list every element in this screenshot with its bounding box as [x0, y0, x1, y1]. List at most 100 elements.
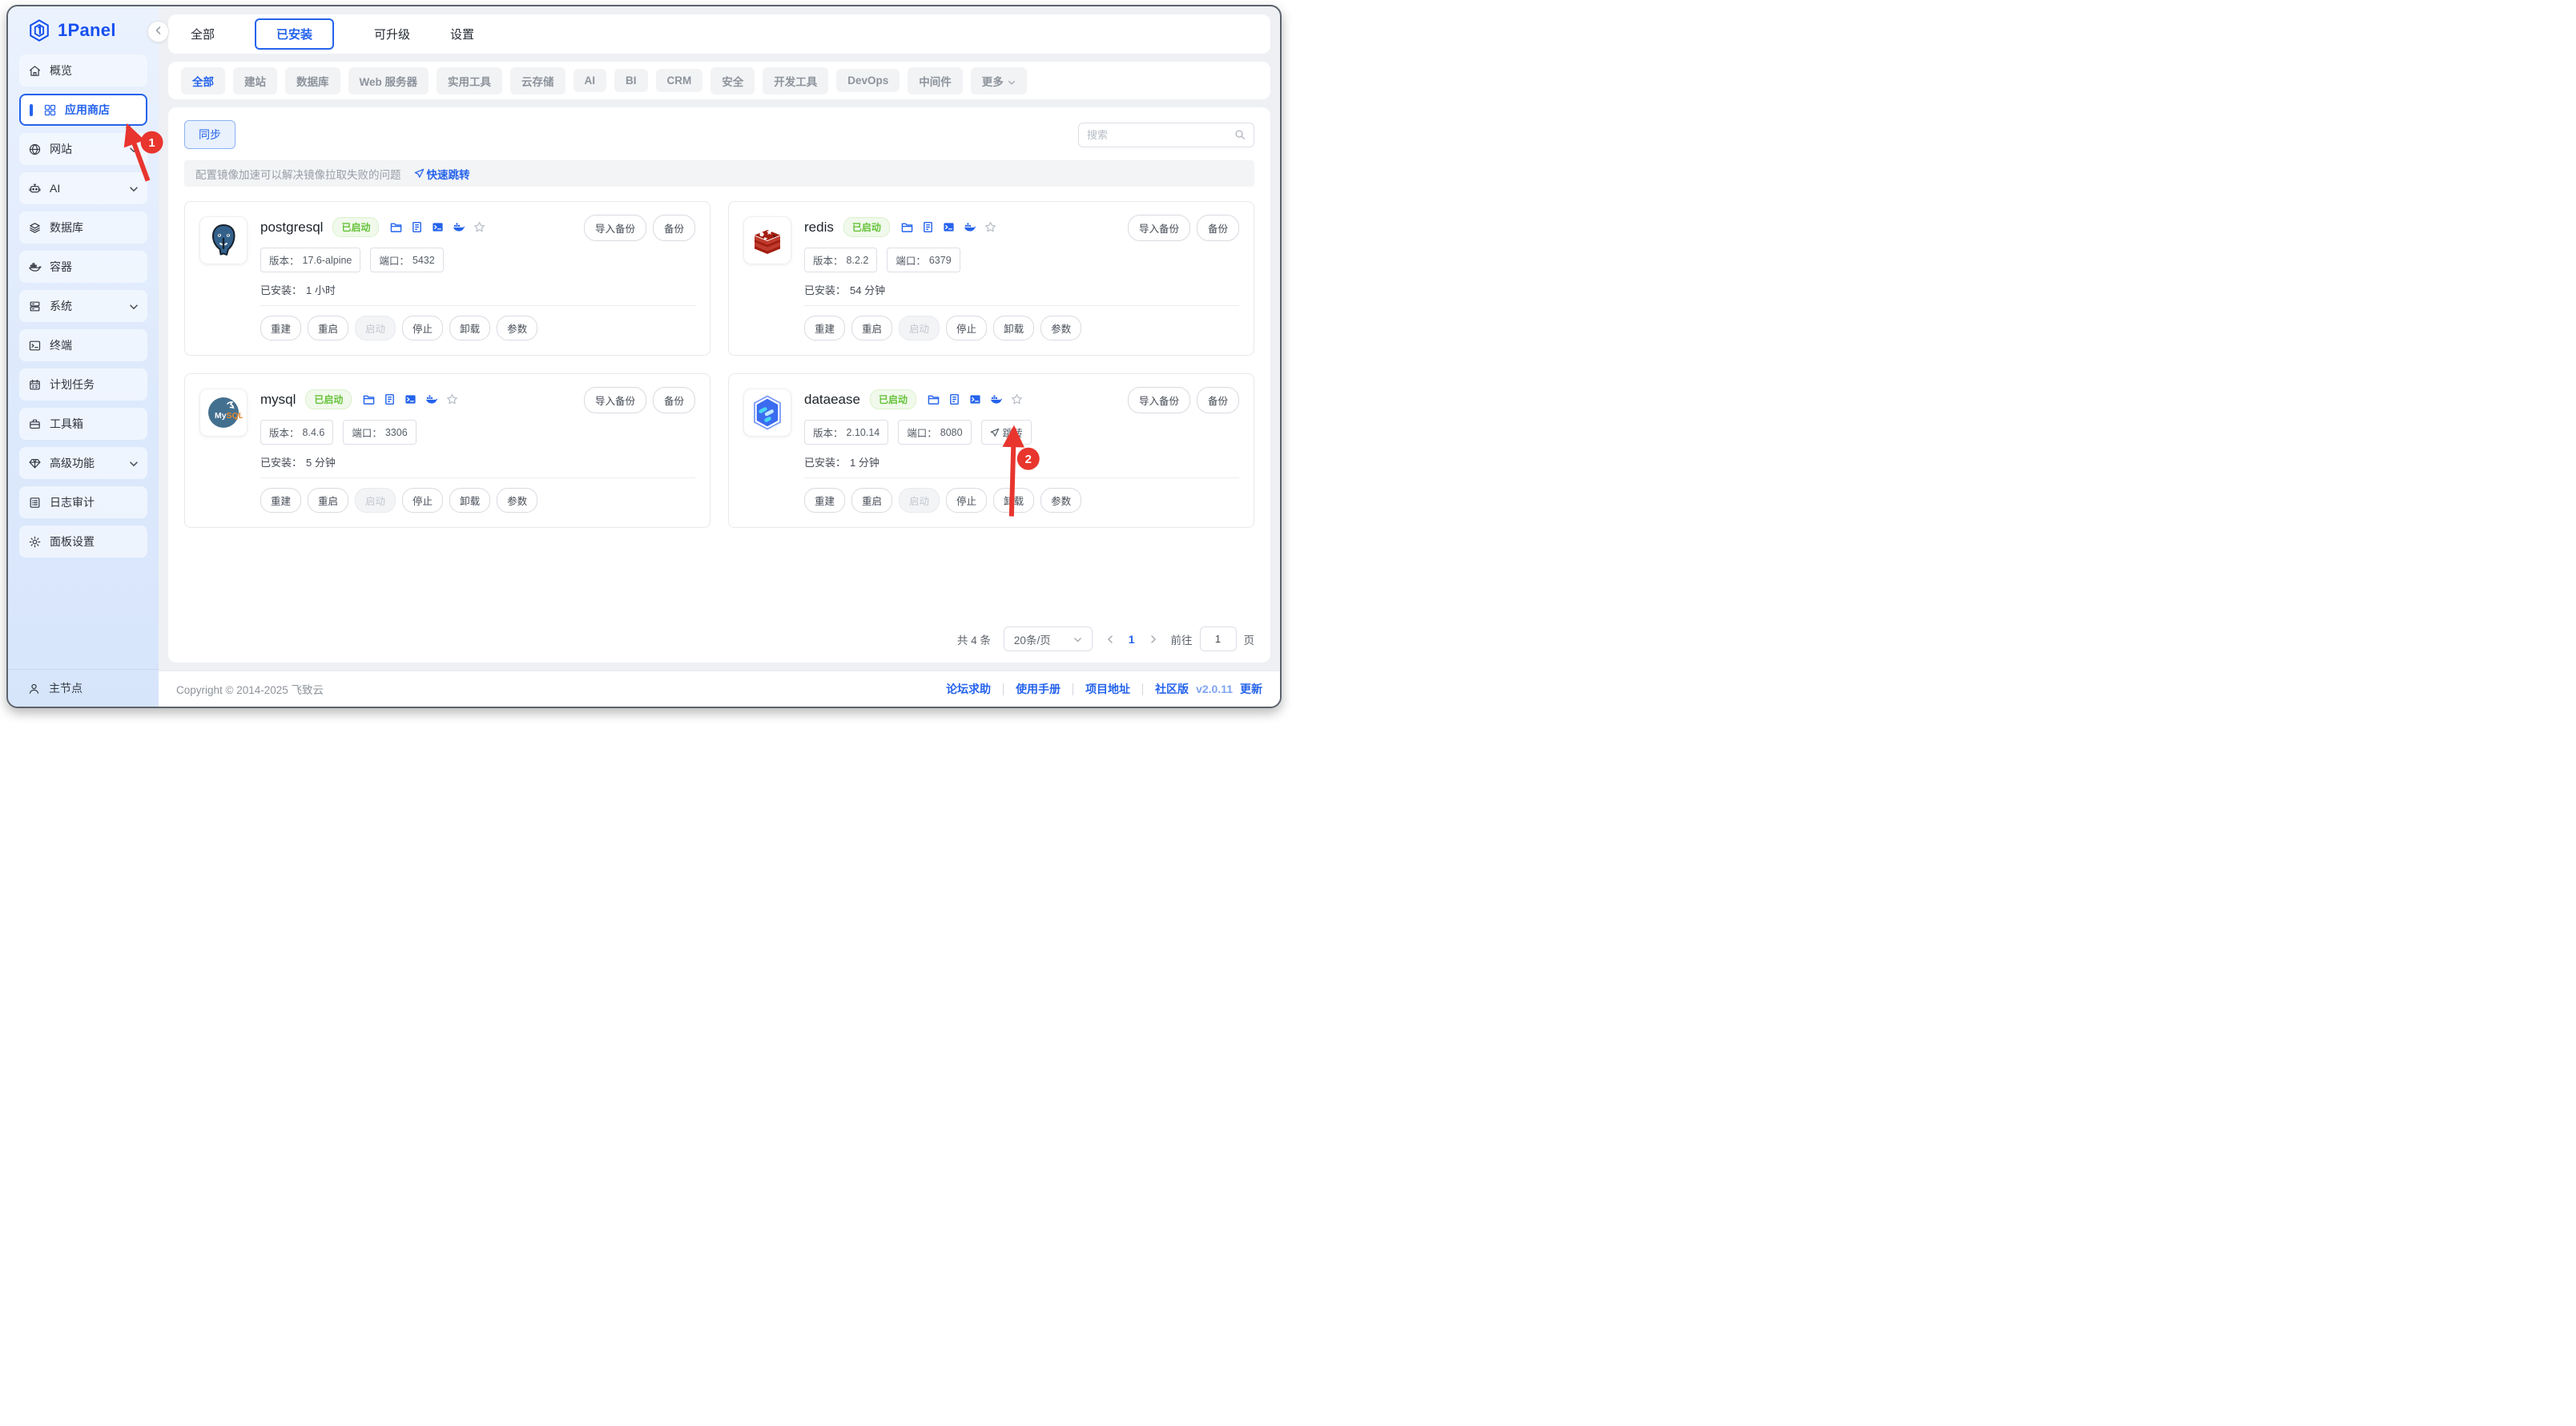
- sidebar-node-item[interactable]: 主节点: [8, 669, 159, 707]
- docker-icon[interactable]: [425, 393, 437, 405]
- log-file-icon[interactable]: [922, 221, 934, 233]
- action-button-4[interactable]: 卸载: [993, 488, 1034, 513]
- category-chip[interactable]: Web 服务器: [348, 67, 429, 95]
- app-jump-button[interactable]: 跳转: [981, 420, 1032, 445]
- category-chip[interactable]: CRM: [656, 69, 703, 92]
- tab-all[interactable]: 全部: [191, 26, 215, 42]
- import-backup-button[interactable]: 导入备份: [1128, 215, 1190, 241]
- docker-icon[interactable]: [453, 221, 465, 233]
- action-button-5[interactable]: 参数: [1040, 316, 1081, 340]
- category-chip[interactable]: DevOps: [836, 69, 900, 92]
- favorite-star-icon[interactable]: [1011, 393, 1023, 405]
- favorite-star-icon[interactable]: [446, 393, 458, 405]
- action-button-0[interactable]: 重建: [804, 316, 845, 340]
- sidebar-item-log-audit[interactable]: 日志审计: [19, 486, 147, 518]
- brand-logo[interactable]: 1Panel: [8, 6, 159, 53]
- category-chip[interactable]: 开发工具: [763, 67, 828, 95]
- action-button-4[interactable]: 卸载: [993, 316, 1034, 340]
- tab-installed[interactable]: 已安装: [255, 18, 334, 50]
- update-link[interactable]: 更新: [1240, 681, 1262, 697]
- action-button-3[interactable]: 停止: [402, 316, 443, 340]
- category-chip[interactable]: 数据库: [285, 67, 340, 95]
- terminal-icon[interactable]: [969, 393, 981, 405]
- sidebar-item-ai[interactable]: AI: [19, 172, 147, 204]
- folder-icon[interactable]: [390, 221, 402, 233]
- quick-jump-link[interactable]: 快速跳转: [414, 166, 470, 182]
- import-backup-button[interactable]: 导入备份: [584, 215, 646, 241]
- favorite-star-icon[interactable]: [473, 221, 485, 233]
- action-button-1[interactable]: 重启: [851, 316, 892, 340]
- backup-button[interactable]: 备份: [1197, 215, 1239, 241]
- category-chip[interactable]: 中间件: [908, 67, 963, 95]
- backup-button[interactable]: 备份: [653, 215, 695, 241]
- category-chip[interactable]: 云存储: [510, 67, 566, 95]
- sidebar-item-overview[interactable]: 概览: [19, 54, 147, 87]
- current-page[interactable]: 1: [1129, 633, 1135, 646]
- action-button-4[interactable]: 卸载: [449, 316, 490, 340]
- action-button-1[interactable]: 重启: [308, 488, 348, 513]
- sidebar-item-cron[interactable]: 计划任务: [19, 369, 147, 401]
- prev-page-icon[interactable]: [1105, 634, 1115, 644]
- footer-link[interactable]: 论坛求助: [946, 681, 991, 697]
- search-icon[interactable]: [1234, 129, 1246, 140]
- backup-button[interactable]: 备份: [1197, 387, 1239, 413]
- category-chip[interactable]: BI: [614, 69, 648, 92]
- action-button-3[interactable]: 停止: [946, 316, 987, 340]
- footer-link[interactable]: 项目地址: [1085, 681, 1130, 697]
- sidebar-item-toolbox[interactable]: 工具箱: [19, 408, 147, 440]
- backup-button[interactable]: 备份: [653, 387, 695, 413]
- sidebar-item-advanced[interactable]: 高级功能: [19, 447, 147, 479]
- log-file-icon[interactable]: [411, 221, 423, 233]
- page-size-select[interactable]: 20条/页: [1004, 626, 1093, 651]
- action-button-1[interactable]: 重启: [308, 316, 348, 340]
- import-backup-button[interactable]: 导入备份: [1128, 387, 1190, 413]
- next-page-icon[interactable]: [1149, 634, 1158, 644]
- action-button-0[interactable]: 重建: [804, 488, 845, 513]
- action-button-5[interactable]: 参数: [497, 316, 537, 340]
- folder-icon[interactable]: [901, 221, 913, 233]
- category-chip[interactable]: 安全: [710, 67, 755, 95]
- sidebar-item-website[interactable]: 网站: [19, 133, 147, 165]
- action-button-3[interactable]: 停止: [946, 488, 987, 513]
- page-navigation: 1: [1105, 633, 1158, 646]
- sync-button[interactable]: 同步: [184, 120, 235, 149]
- terminal-icon[interactable]: [405, 393, 417, 405]
- action-button-5[interactable]: 参数: [497, 488, 537, 513]
- sidebar-item-database[interactable]: 数据库: [19, 211, 147, 244]
- action-button-4[interactable]: 卸载: [449, 488, 490, 513]
- favorite-star-icon[interactable]: [984, 221, 996, 233]
- category-more-chip[interactable]: 更多: [971, 67, 1027, 95]
- docker-icon[interactable]: [990, 393, 1002, 405]
- category-chip[interactable]: 全部: [181, 67, 225, 95]
- edition-link[interactable]: 社区版: [1155, 681, 1189, 697]
- sidebar-item-terminal[interactable]: 终端: [19, 329, 147, 361]
- category-chip[interactable]: 建站: [233, 67, 277, 95]
- terminal-icon[interactable]: [432, 221, 444, 233]
- terminal-icon[interactable]: [943, 221, 955, 233]
- search-input[interactable]: [1087, 129, 1234, 141]
- folder-icon[interactable]: [928, 393, 940, 405]
- log-file-icon[interactable]: [384, 393, 396, 405]
- import-backup-button[interactable]: 导入备份: [584, 387, 646, 413]
- category-chip[interactable]: AI: [574, 69, 607, 92]
- goto-page-input[interactable]: [1200, 626, 1237, 651]
- sidebar-collapse-button[interactable]: [147, 21, 169, 42]
- sidebar-item-settings[interactable]: 面板设置: [19, 526, 147, 558]
- folder-icon[interactable]: [363, 393, 375, 405]
- sidebar-item-container[interactable]: 容器: [19, 251, 147, 283]
- action-button-0[interactable]: 重建: [260, 488, 301, 513]
- category-chip[interactable]: 实用工具: [437, 67, 502, 95]
- log-file-icon[interactable]: [948, 393, 960, 405]
- tab-upgradable[interactable]: 可升级: [374, 26, 410, 42]
- action-button-3[interactable]: 停止: [402, 488, 443, 513]
- docker-icon[interactable]: [964, 221, 976, 233]
- card-divider: [260, 477, 695, 478]
- footer-link[interactable]: 使用手册: [1016, 681, 1061, 697]
- send-icon: [414, 168, 425, 179]
- tab-settings[interactable]: 设置: [450, 26, 474, 42]
- sidebar-item-app-store[interactable]: 应用商店: [19, 94, 147, 126]
- action-button-1[interactable]: 重启: [851, 488, 892, 513]
- action-button-0[interactable]: 重建: [260, 316, 301, 340]
- sidebar-item-system[interactable]: 系统: [19, 290, 147, 322]
- action-button-5[interactable]: 参数: [1040, 488, 1081, 513]
